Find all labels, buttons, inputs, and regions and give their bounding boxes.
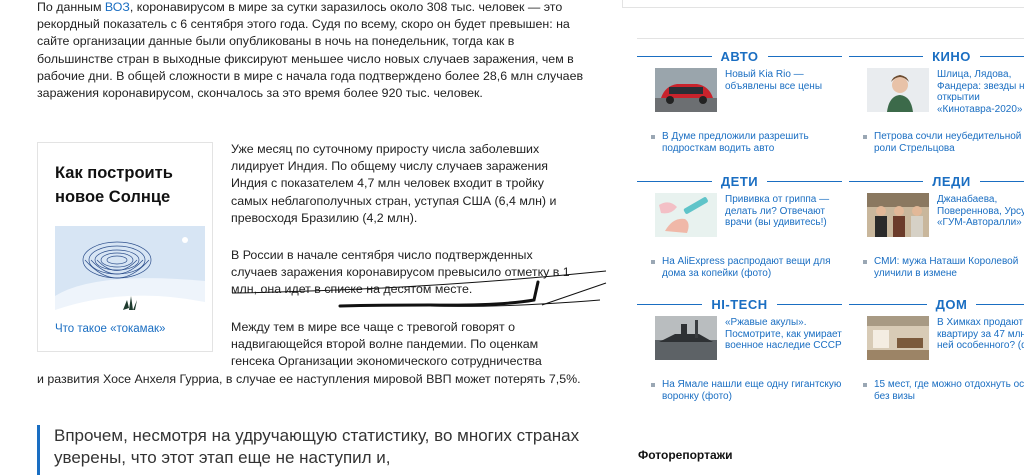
news-item[interactable]: На AliExpress распродают вещи для дома з… xyxy=(651,256,842,279)
news-thumb-vaccine[interactable] xyxy=(655,193,717,237)
news-lead[interactable]: Шлица, Лядова, Фандера: звезды на открыт… xyxy=(937,69,1024,115)
news-item[interactable]: СМИ: мужа Наташи Королевой уличили в изм… xyxy=(863,256,1024,279)
article-paragraph-1: По данным ВОЗ, коронавирусом в мире за с… xyxy=(37,0,584,101)
news-thumb-interior[interactable] xyxy=(867,316,929,360)
section-kino: КИНО Шлица, Лядова, Фандера: звезды на о… xyxy=(849,49,1024,167)
section-kids: ДЕТИ Прививка от гриппа — делать ли? Отв… xyxy=(637,174,842,292)
news-lead[interactable]: Прививка от гриппа — делать ли? Отвечают… xyxy=(725,194,845,229)
section-label[interactable]: HI-TECH xyxy=(702,297,776,312)
news-thumb-submarines[interactable] xyxy=(655,316,717,360)
top-widget-frame xyxy=(622,0,1024,8)
news-item[interactable]: Петрова сочли неубедительной в роли Стре… xyxy=(863,131,1024,154)
article-paragraph-4-cont: и развития Хосе Анхеля Гурриа, в случае … xyxy=(37,372,581,386)
section-auto: АВТО Новый Kia Rio — объявлены все цены … xyxy=(637,49,845,167)
news-thumb-actress[interactable] xyxy=(867,68,929,112)
related-card-title[interactable]: Как построить новое Солнце xyxy=(55,161,195,209)
news-thumb-people[interactable] xyxy=(867,193,929,237)
section-label[interactable]: АВТО xyxy=(712,49,768,64)
section-dom: ДОМ В Химках продают квартиру за 47 млн.… xyxy=(849,297,1024,415)
section-label[interactable]: ЛЕДИ xyxy=(923,174,979,189)
section-label[interactable]: КИНО xyxy=(923,49,980,64)
news-item[interactable]: На Ямале нашли еще одну гигантскую ворон… xyxy=(651,379,842,402)
who-link[interactable]: ВОЗ xyxy=(105,0,130,14)
tokamak-illustration[interactable] xyxy=(55,226,205,318)
section-ledi: ЛЕДИ Джанабаева, Повереннова, Урсуляк на… xyxy=(849,174,1024,292)
section-label[interactable]: ДЕТИ xyxy=(712,174,767,189)
news-item[interactable]: В Думе предложили разрешить подросткам в… xyxy=(651,131,842,154)
section-hitech: HI-TECH «Ржавые акулы». Посмотрите, как … xyxy=(637,297,842,415)
news-lead[interactable]: Новый Kia Rio — объявлены все цены xyxy=(725,69,845,92)
article-paragraph-4: Между тем в мире все чаще с тревогой гов… xyxy=(231,320,542,369)
article-paragraph-3: В России в начале сентября число подтвер… xyxy=(231,248,570,297)
news-lead[interactable]: В Химках продают квартиру за 47 млн. Что… xyxy=(937,317,1024,352)
news-widget: АВТО Новый Kia Rio — объявлены все цены … xyxy=(637,38,1024,415)
article-paragraph-2: Уже месяц по суточному приросту числа за… xyxy=(231,142,557,225)
news-thumb-car[interactable] xyxy=(655,68,717,112)
related-card-link[interactable]: Что такое «токамак» xyxy=(55,323,165,335)
news-lead[interactable]: «Ржавые акулы». Посмотрите, как умирает … xyxy=(725,317,845,352)
photo-reports-heading: Фоторепортажи xyxy=(638,448,733,462)
news-item[interactable]: 15 мест, где можно отдохнуть осенью без … xyxy=(863,379,1024,402)
related-card[interactable]: Как построить новое Солнце Что такое «то… xyxy=(37,142,213,352)
section-label[interactable]: ДОМ xyxy=(927,297,977,312)
pull-quote: Впрочем, несмотря на удручающую статисти… xyxy=(37,425,597,475)
news-lead[interactable]: Джанабаева, Повереннова, Урсуляк на «ГУМ… xyxy=(937,194,1024,229)
